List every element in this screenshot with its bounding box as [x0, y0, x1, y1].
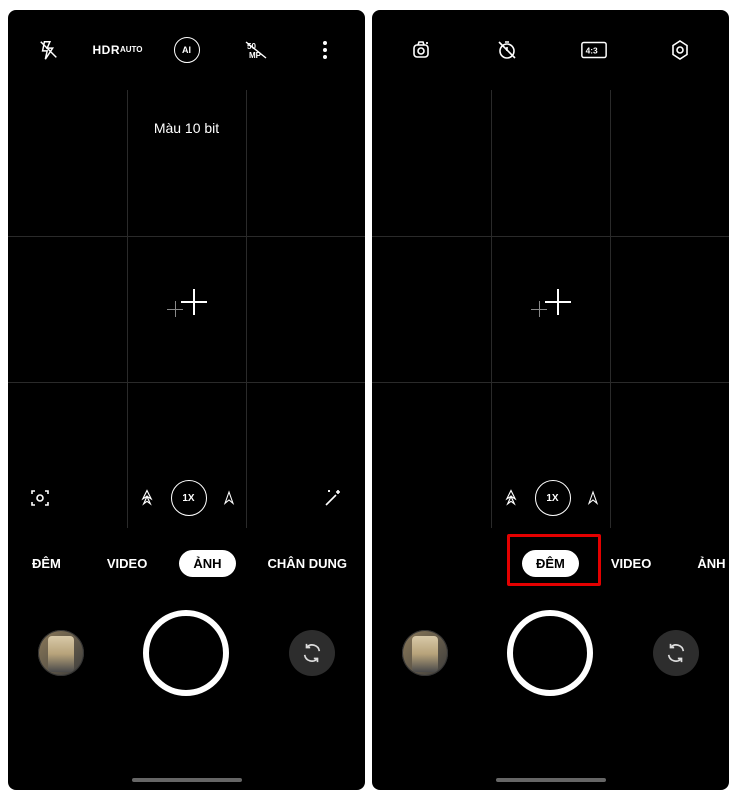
gallery-thumbnail[interactable] [38, 630, 84, 676]
switch-camera-button[interactable] [653, 630, 699, 676]
comparison-stage: HDR AUTO AI 50MP Màu 10 bit [0, 0, 735, 800]
flash-off-icon[interactable] [35, 36, 63, 64]
aspect-ratio-icon[interactable]: 4:3 [580, 36, 608, 64]
hdr-text: HDR [92, 44, 120, 56]
zoom-label: 1X [182, 493, 194, 504]
zoom-level-button[interactable]: 1X [535, 480, 571, 516]
mode-video[interactable]: VIDEO [93, 550, 161, 577]
ai-icon[interactable]: AI [173, 36, 201, 64]
zoom-in-icon[interactable] [221, 488, 237, 508]
zoom-controls: 1X [501, 480, 601, 516]
ai-label: AI [174, 37, 200, 63]
timer-off-icon[interactable] [493, 36, 521, 64]
viewfinder[interactable]: Màu 10 bit 1X [8, 90, 365, 528]
settings-icon[interactable] [666, 36, 694, 64]
aspect-label: 4:3 [585, 46, 597, 56]
camera-screen-night-mode: 4:3 1X [372, 10, 729, 790]
mode-video[interactable]: VIDEO [597, 550, 665, 577]
google-lens-icon[interactable] [28, 486, 52, 510]
hdr-auto-icon[interactable]: HDR AUTO [104, 36, 132, 64]
switch-camera-button[interactable] [289, 630, 335, 676]
zoom-out-icon[interactable] [501, 488, 521, 508]
top-toolbar: 4:3 [372, 10, 729, 90]
shutter-row [8, 598, 365, 708]
megapixel-icon[interactable]: 50MP [242, 36, 270, 64]
highlight-annotation [507, 534, 601, 586]
focus-indicator-icon [531, 289, 571, 329]
shutter-button[interactable] [143, 610, 229, 696]
mode-photo[interactable]: ẢNH [683, 550, 729, 577]
hdr-sub: AUTO [120, 46, 143, 54]
home-indicator[interactable] [132, 778, 242, 782]
mode-night[interactable]: ĐÊM [18, 550, 75, 577]
beauty-icon[interactable] [407, 36, 435, 64]
zoom-in-icon[interactable] [585, 488, 601, 508]
camera-screen-photo-mode: HDR AUTO AI 50MP Màu 10 bit [8, 10, 365, 790]
gallery-thumbnail[interactable] [402, 630, 448, 676]
top-toolbar: HDR AUTO AI 50MP [8, 10, 365, 90]
color-depth-label: Màu 10 bit [8, 120, 365, 136]
zoom-controls: 1X [137, 480, 237, 516]
focus-indicator-icon [167, 289, 207, 329]
zoom-label: 1X [546, 493, 558, 504]
mode-photo[interactable]: ẢNH [179, 550, 235, 577]
shutter-button[interactable] [507, 610, 593, 696]
viewfinder-controls: 1X [8, 478, 365, 518]
mode-selector[interactable]: ĐÊM VIDEO ẢNH CHÂN DUNG T [8, 540, 365, 586]
viewfinder-controls: 1X [372, 478, 729, 518]
viewfinder[interactable]: 1X [372, 90, 729, 528]
zoom-level-button[interactable]: 1X [171, 480, 207, 516]
mode-portrait[interactable]: CHÂN DUNG [254, 550, 361, 577]
shutter-row [372, 598, 729, 708]
home-indicator[interactable] [496, 778, 606, 782]
zoom-out-icon[interactable] [137, 488, 157, 508]
filters-icon[interactable] [321, 486, 345, 510]
more-icon[interactable] [311, 36, 339, 64]
